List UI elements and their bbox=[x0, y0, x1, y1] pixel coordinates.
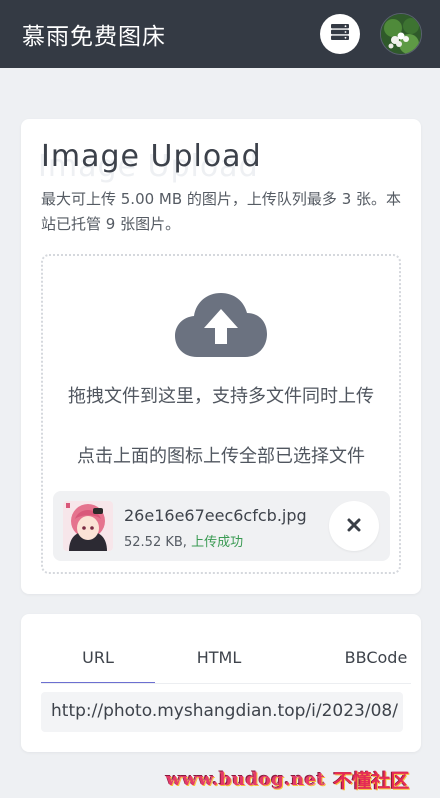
app-title[interactable]: 慕雨免费图床 bbox=[22, 17, 166, 51]
watermark: www.budog.net 不懂社区 bbox=[166, 766, 409, 792]
tab-divider bbox=[41, 683, 411, 684]
link-output-field[interactable]: http://photo.myshangdian.top/i/2023/08/ bbox=[41, 692, 403, 732]
close-icon bbox=[347, 517, 361, 536]
avatar[interactable] bbox=[380, 13, 422, 55]
file-size: 52.52 KB, bbox=[124, 535, 187, 550]
server-button[interactable] bbox=[320, 14, 360, 54]
tab-bbcode[interactable]: BBCode bbox=[311, 640, 440, 684]
upload-card: Image Upload Image Upload 最大可上传 5.00 MB … bbox=[21, 119, 421, 594]
upload-status: 上传成功 bbox=[191, 535, 244, 550]
file-item: 26e16e67eec6cfcb.jpg 52.52 KB, 上传成功 bbox=[53, 491, 390, 561]
file-thumbnail bbox=[63, 501, 113, 551]
cloud-upload-icon[interactable] bbox=[173, 291, 269, 363]
file-meta: 52.52 KB, 上传成功 bbox=[124, 531, 243, 550]
upload-description: 最大可上传 5.00 MB 的图片，上传队列最多 3 张。本站已托管 9 张图片… bbox=[41, 190, 402, 233]
click-hint: 点击上面的图标上传全部已选择文件 bbox=[77, 446, 365, 467]
server-icon bbox=[330, 23, 350, 45]
tab-html[interactable]: HTML bbox=[159, 640, 279, 684]
remove-file-button[interactable] bbox=[329, 501, 379, 551]
watermark-name: 不懂社区 bbox=[333, 769, 410, 792]
link-format-tabs: URL HTML BBCode bbox=[41, 640, 411, 684]
dropzone[interactable]: 拖拽文件到这里，支持多文件同时上传 点击上面的图标上传全部已选择文件 26e16… bbox=[41, 254, 401, 574]
topbar-actions bbox=[320, 13, 422, 55]
upload-title-wrap: Image Upload Image Upload bbox=[38, 139, 401, 184]
drop-hint: 拖拽文件到这里，支持多文件同时上传 bbox=[68, 386, 374, 407]
tab-url[interactable]: URL bbox=[41, 640, 155, 684]
upload-title: Image Upload bbox=[41, 139, 262, 174]
watermark-url: www.budog.net bbox=[166, 768, 326, 790]
links-card: URL HTML BBCode http://photo.myshangdian… bbox=[21, 614, 421, 752]
top-bar: 慕雨免费图床 bbox=[0, 0, 440, 68]
file-name: 26e16e67eec6cfcb.jpg bbox=[124, 506, 307, 525]
